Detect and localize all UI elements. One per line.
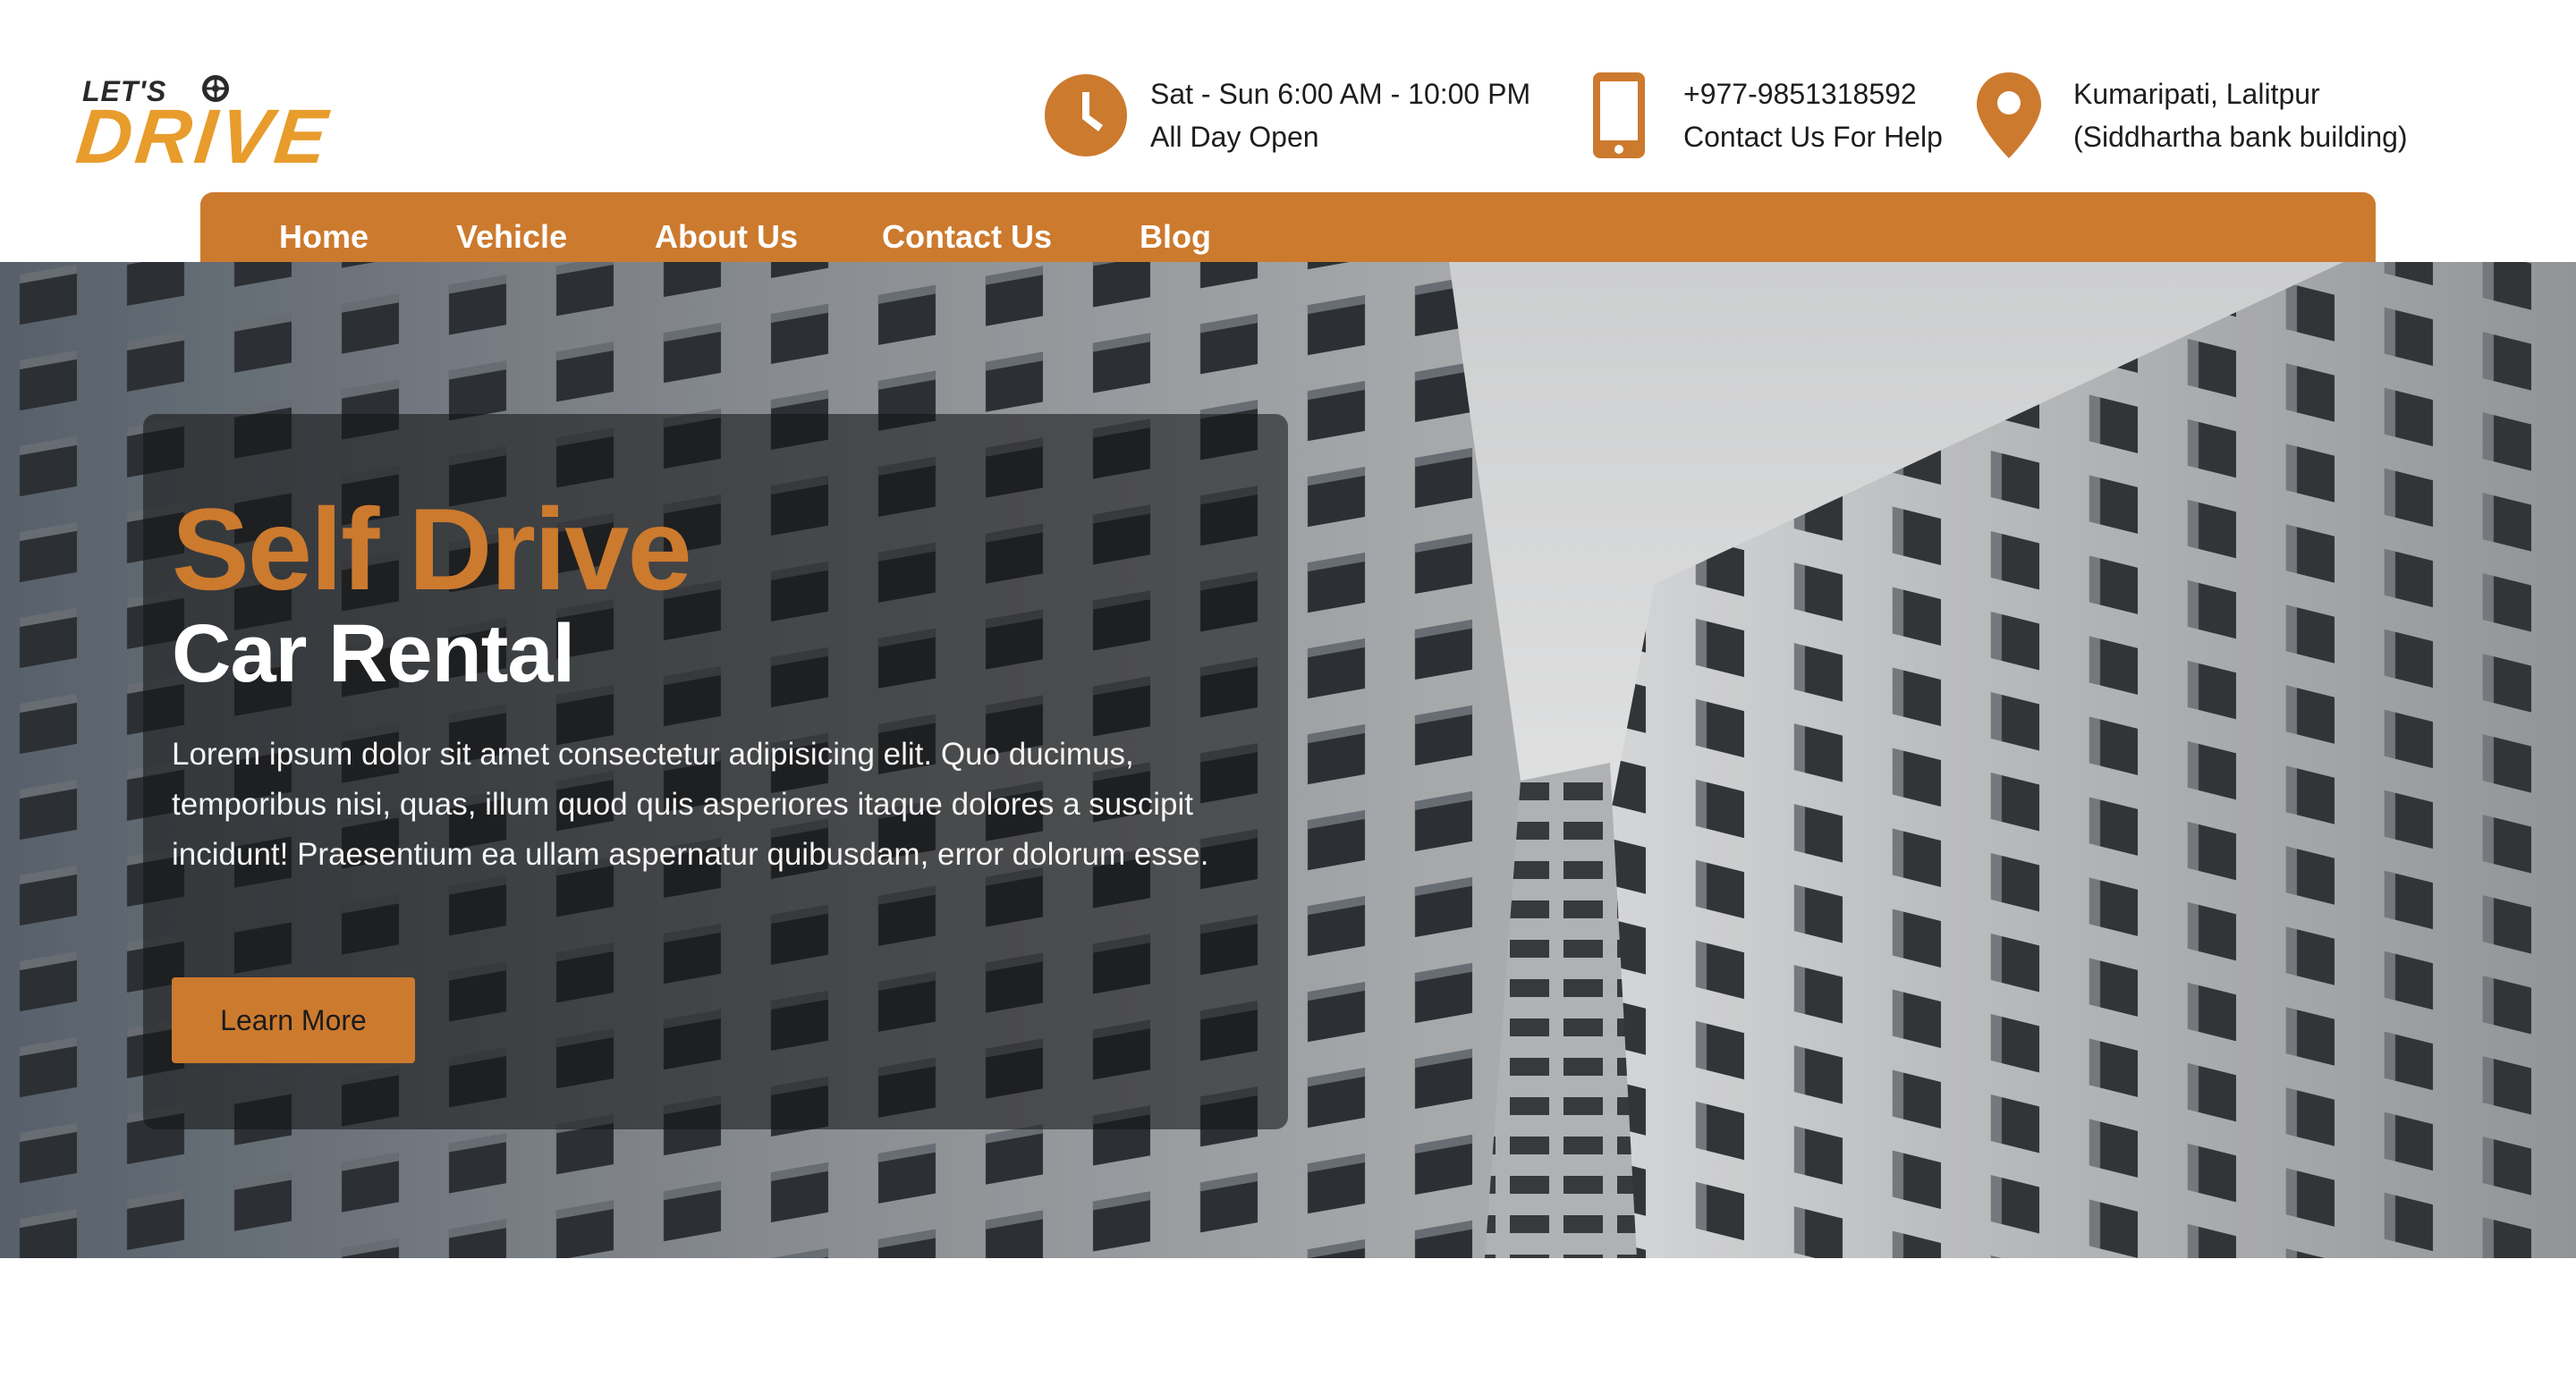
hero-description: Lorem ipsum dolor sit amet consectetur a… (172, 737, 1209, 872)
nav-about-us[interactable]: About Us (655, 219, 798, 255)
brand-logo[interactable]: LET'S DRIVE (72, 72, 363, 180)
phone-number[interactable]: +977-9851318592 (1683, 72, 1943, 115)
nav-vehicle[interactable]: Vehicle (456, 219, 567, 255)
clock-icon (1041, 71, 1131, 160)
location-line-1: Kumaripati, Lalitpur (2073, 78, 2320, 110)
location-info: Kumaripati, Lalitpur (Siddhartha bank bu… (1964, 66, 2408, 165)
hours-info: Sat - Sun 6:00 AM - 10:00 PM All Day Ope… (1041, 66, 1530, 165)
logo-drive-text: DRIVE (72, 94, 335, 180)
hero-subtitle: Car Rental (172, 608, 575, 699)
nav-home[interactable]: Home (279, 219, 369, 255)
nav-blog[interactable]: Blog (1140, 219, 1211, 255)
location-line-2: (Siddhartha bank building) (2073, 121, 2408, 153)
hero-card: Self Drive Car Rental Lorem ipsum dolor … (143, 414, 1288, 1129)
phone-icon (1574, 71, 1664, 160)
phone-caption: Contact Us For Help (1683, 121, 1943, 153)
map-pin-icon (1964, 71, 2054, 160)
nav-contact-us[interactable]: Contact Us (882, 219, 1052, 255)
hero-title: Self Drive (172, 484, 692, 614)
phone-info[interactable]: +977-9851318592 Contact Us For Help (1574, 66, 1943, 165)
hours-line-2: All Day Open (1150, 121, 1319, 153)
hours-line-1: Sat - Sun 6:00 AM - 10:00 PM (1150, 78, 1531, 110)
hero-section: Self Drive Car Rental Lorem ipsum dolor … (0, 262, 2576, 1258)
main-nav: Home Vehicle About Us Contact Us Blog (200, 192, 2376, 264)
learn-more-button[interactable]: Learn More (172, 977, 415, 1063)
